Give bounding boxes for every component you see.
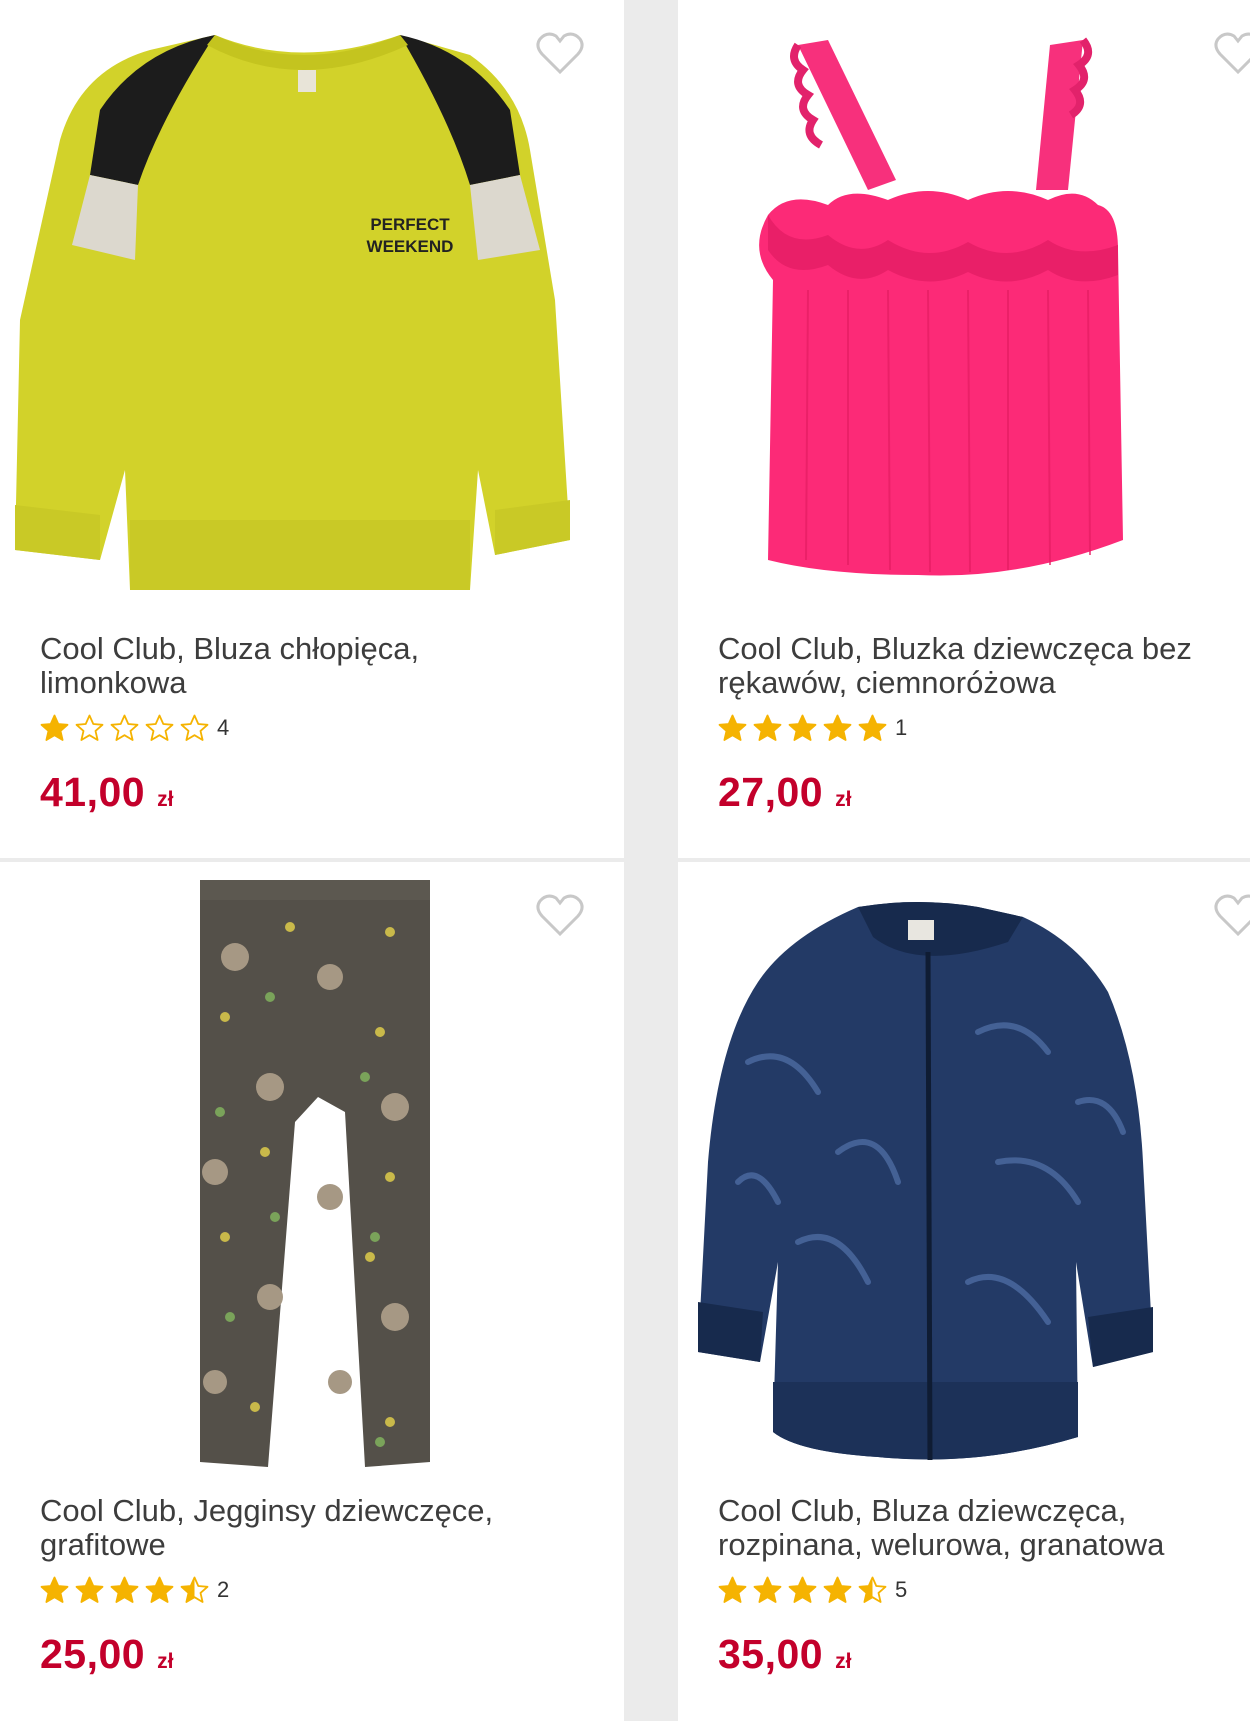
favorite-heart-icon[interactable] [1213,892,1250,938]
product-card[interactable]: PERFECT WEEKEND Cool Club, Bluza chłopię… [0,0,624,858]
star-filled-icon [110,1576,139,1603]
product-rating: 4 [40,712,229,744]
star-filled-icon [40,714,69,741]
product-rating: 2 [40,1574,229,1606]
product-price: 27,00 zł [718,769,851,816]
star-half-icon [180,1576,209,1603]
star-outline-icon [180,714,209,741]
product-image[interactable] [0,862,624,1482]
product-image[interactable] [678,0,1250,600]
price-currency: zł [835,788,852,811]
product-image[interactable] [678,862,1250,1482]
product-title[interactable]: Cool Club, Bluza dziewczęca, rozpinana, … [718,1494,1238,1562]
product-grid: PERFECT WEEKEND Cool Club, Bluza chłopię… [0,0,1250,1721]
product-rating: 1 [718,712,907,744]
print-text-line2: WEEKEND [367,237,454,256]
print-text-line1: PERFECT [370,215,450,234]
rating-stars [40,1576,209,1605]
star-filled-icon [858,714,887,741]
product-image[interactable]: PERFECT WEEKEND [0,0,624,600]
rating-count: 1 [895,715,908,740]
star-filled-icon [718,714,747,741]
favorite-heart-icon[interactable] [535,892,585,938]
price-currency: zł [157,1650,174,1673]
price-currency: zł [157,788,174,811]
product-rating: 5 [718,1574,907,1606]
price-amount: 25,00 [40,1631,146,1677]
favorite-heart-icon[interactable] [1213,30,1250,76]
product-price: 41,00 zł [40,769,173,816]
star-filled-icon [718,1576,747,1603]
star-outline-icon [145,714,174,741]
product-card[interactable]: Cool Club, Jegginsy dziewczęce, grafitow… [0,862,624,1721]
star-filled-icon [823,714,852,741]
favorite-heart-icon[interactable] [535,30,585,76]
price-amount: 27,00 [718,769,824,815]
star-filled-icon [40,1576,69,1603]
rating-stars [40,714,209,743]
star-outline-icon [75,714,104,741]
product-title[interactable]: Cool Club, Bluzka dziewczęca bez rękawów… [718,632,1248,700]
star-outline-icon [110,714,139,741]
star-filled-icon [788,1576,817,1603]
product-card[interactable]: Cool Club, Bluzka dziewczęca bez rękawów… [678,0,1250,858]
price-amount: 41,00 [40,769,146,815]
product-title[interactable]: Cool Club, Bluza chłopięca, limonkowa [40,632,490,700]
product-price: 35,00 zł [718,1631,851,1678]
star-filled-icon [788,714,817,741]
rating-stars [718,1576,887,1605]
star-half-icon [858,1576,887,1603]
product-title[interactable]: Cool Club, Jegginsy dziewczęce, grafitow… [40,1494,550,1562]
rating-count: 5 [895,1577,908,1602]
star-filled-icon [753,714,782,741]
product-price: 25,00 zł [40,1631,173,1678]
rating-count: 2 [217,1577,230,1602]
star-filled-icon [75,1576,104,1603]
rating-count: 4 [217,715,230,740]
price-amount: 35,00 [718,1631,824,1677]
star-filled-icon [145,1576,174,1603]
product-card[interactable]: Cool Club, Bluza dziewczęca, rozpinana, … [678,862,1250,1721]
rating-stars [718,714,887,743]
star-filled-icon [753,1576,782,1603]
star-filled-icon [823,1576,852,1603]
price-currency: zł [835,1650,852,1673]
